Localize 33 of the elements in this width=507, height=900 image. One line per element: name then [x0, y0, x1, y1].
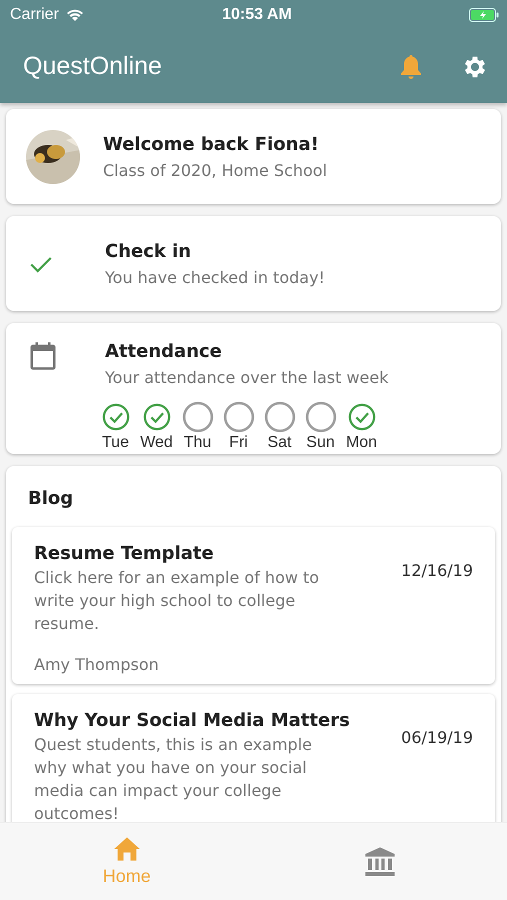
carrier-name: Carrier [10, 6, 59, 24]
check-in-subtitle: You have checked in today! [105, 268, 325, 286]
post-summary: Quest students, this is an example why what you have on your social media can impact your college outcomes! [34, 734, 313, 822]
battery-icon [469, 8, 499, 22]
home-icon [112, 836, 141, 862]
wifi-icon [64, 8, 85, 22]
bank-icon [364, 846, 396, 878]
bell-icon[interactable] [399, 54, 423, 80]
day-label: Sat [267, 434, 292, 452]
calendar-icon [28, 341, 58, 371]
blog-heading: Blog [27, 488, 74, 509]
day-label: Mon [346, 434, 378, 452]
clock-time: 10:53 AM [221, 6, 293, 24]
day-label: Thu [184, 434, 212, 452]
post-summary: Click here for an example of how to write your high school to college resume. [34, 567, 320, 635]
post-title: Resume Template [34, 543, 215, 564]
day-label: Tue [102, 434, 129, 452]
post-title: Why Your Social Media Matters [34, 710, 351, 731]
blog-post[interactable]: Resume Template Click here for an example of how to write your high school to college resume. Amy Thompson 12/16/19 [12, 527, 495, 684]
welcome-title: Welcome back Fiona! [103, 134, 320, 154]
post-date: 06/19/19 [401, 728, 473, 749]
app-title: QuestOnline [23, 52, 163, 81]
day-label: Sun [306, 434, 335, 452]
attendance-subtitle: Your attendance over the last week [105, 368, 388, 387]
day-label: Wed [140, 434, 173, 452]
blog-post[interactable]: Why Your Social Media Matters Quest students, this is an example why what you have on your social media can impact your college outcomes! 06/19/19 [12, 694, 495, 822]
post-date: 12/16/19 [401, 561, 473, 582]
check-in-card[interactable]: Check in You have checked in today! [6, 216, 501, 311]
welcome-subtitle: Class of 2020, Home School [103, 160, 328, 180]
check-in-title: Check in [105, 240, 192, 262]
post-author: Amy Thompson [34, 655, 160, 674]
attendance-title: Attendance [105, 341, 223, 362]
day-label: Fri [229, 434, 248, 452]
